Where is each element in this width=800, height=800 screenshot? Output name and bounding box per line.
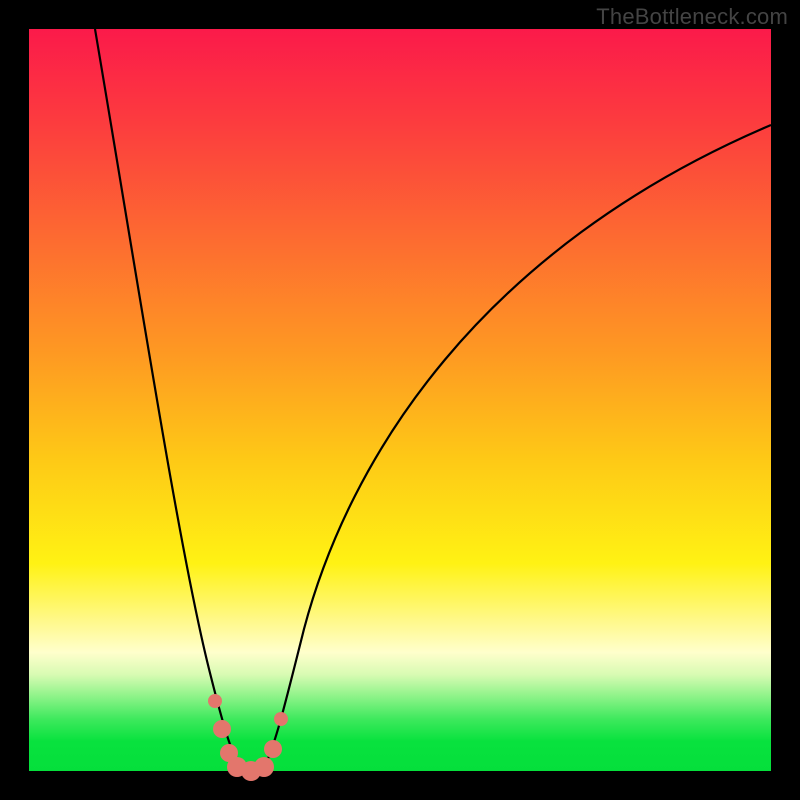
valley-dot	[274, 712, 288, 726]
valley-dot	[254, 757, 274, 777]
valley-dot	[213, 720, 231, 738]
valley-dot	[208, 694, 222, 708]
chart-frame: TheBottleneck.com	[0, 0, 800, 800]
left-curve	[95, 29, 254, 769]
chart-svg	[29, 29, 771, 771]
right-curve	[264, 125, 771, 767]
valley-dot	[264, 740, 282, 758]
watermark-text: TheBottleneck.com	[596, 4, 788, 30]
